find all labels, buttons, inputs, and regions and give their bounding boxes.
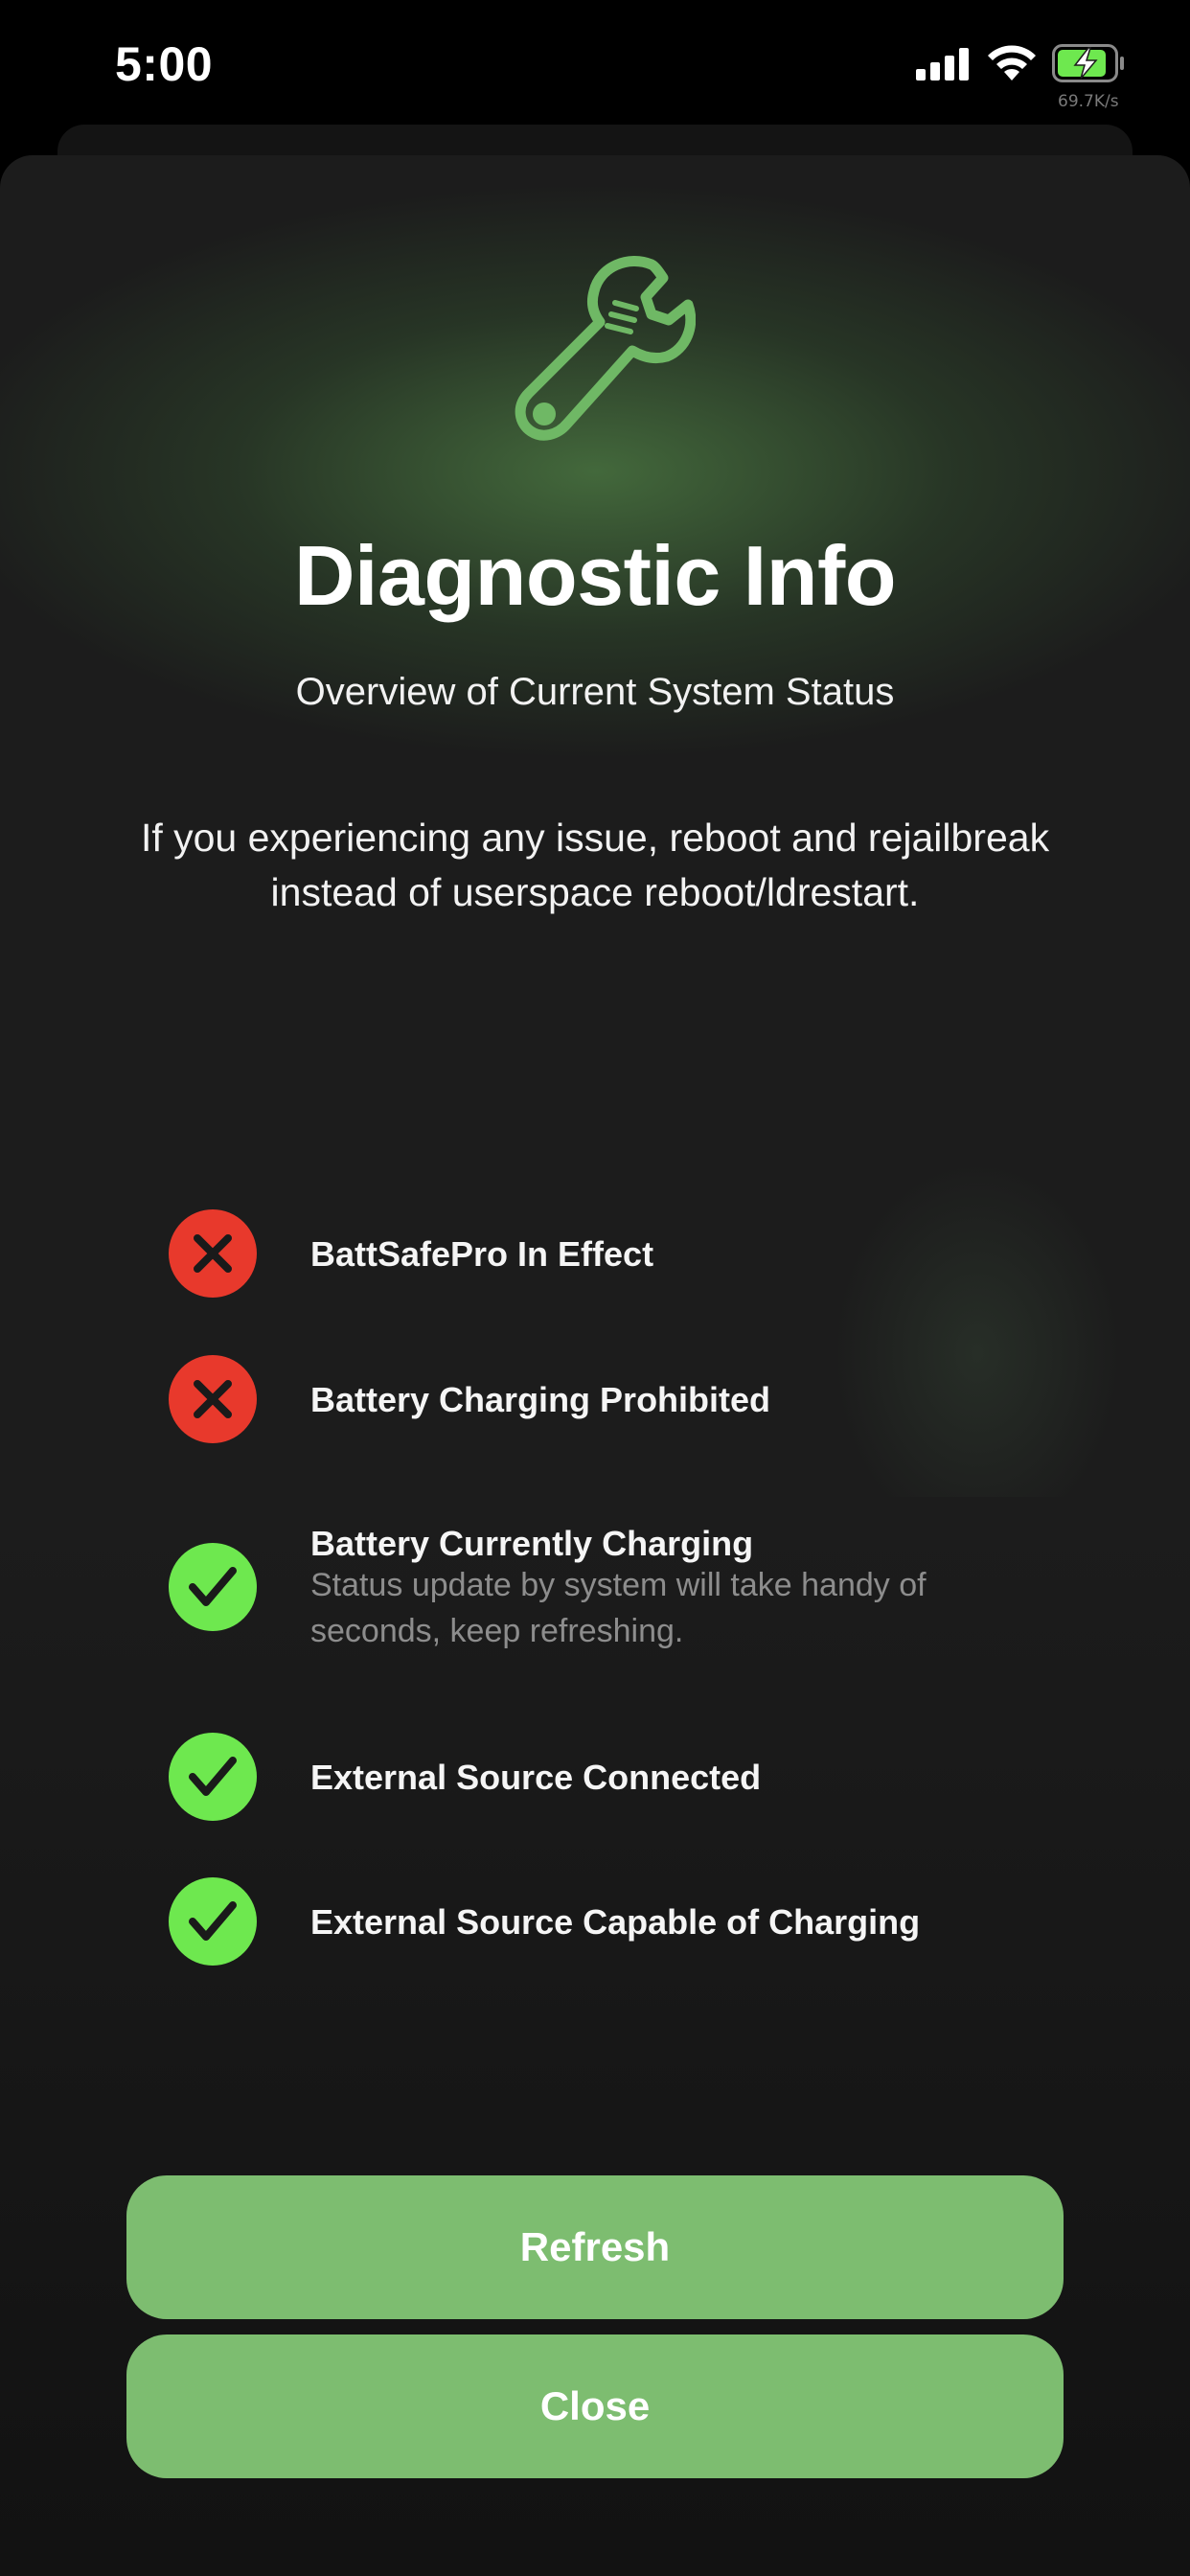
wrench-icon	[515, 256, 696, 441]
advice-message: If you experiencing any issue, reboot an…	[140, 816, 1050, 914]
status-item-label: BattSafePro In Effect	[310, 1234, 654, 1274]
wifi-icon	[988, 45, 1036, 80]
status-item-label: Battery Currently Charging	[310, 1524, 754, 1563]
status-item-label: Battery Charging Prohibited	[310, 1380, 771, 1419]
close-button[interactable]: Close	[126, 2334, 1064, 2478]
check-icon	[169, 1877, 257, 1966]
screen: 5:00 69.7K/s Diagnostic Info Overview of…	[0, 0, 1190, 2576]
status-item-note: Status update by system will take handy …	[310, 1567, 927, 1649]
status-time: 5:00	[115, 37, 214, 91]
x-icon	[169, 1355, 257, 1443]
battery-charging-icon	[1052, 44, 1124, 82]
status-item-label: External Source Capable of Charging	[310, 1902, 921, 1942]
network-speed: 69.7K/s	[1058, 92, 1119, 111]
x-icon	[169, 1209, 257, 1298]
status-item-label: External Source Connected	[310, 1758, 762, 1797]
signal-icon	[916, 48, 969, 80]
status-bar: 5:00 69.7K/s	[0, 0, 1190, 134]
refresh-button[interactable]: Refresh	[126, 2175, 1064, 2319]
page-title: Diagnostic Info	[293, 528, 897, 623]
page-subtitle: Overview of Current System Status	[295, 671, 895, 713]
check-icon	[169, 1733, 257, 1821]
check-icon	[169, 1543, 257, 1631]
